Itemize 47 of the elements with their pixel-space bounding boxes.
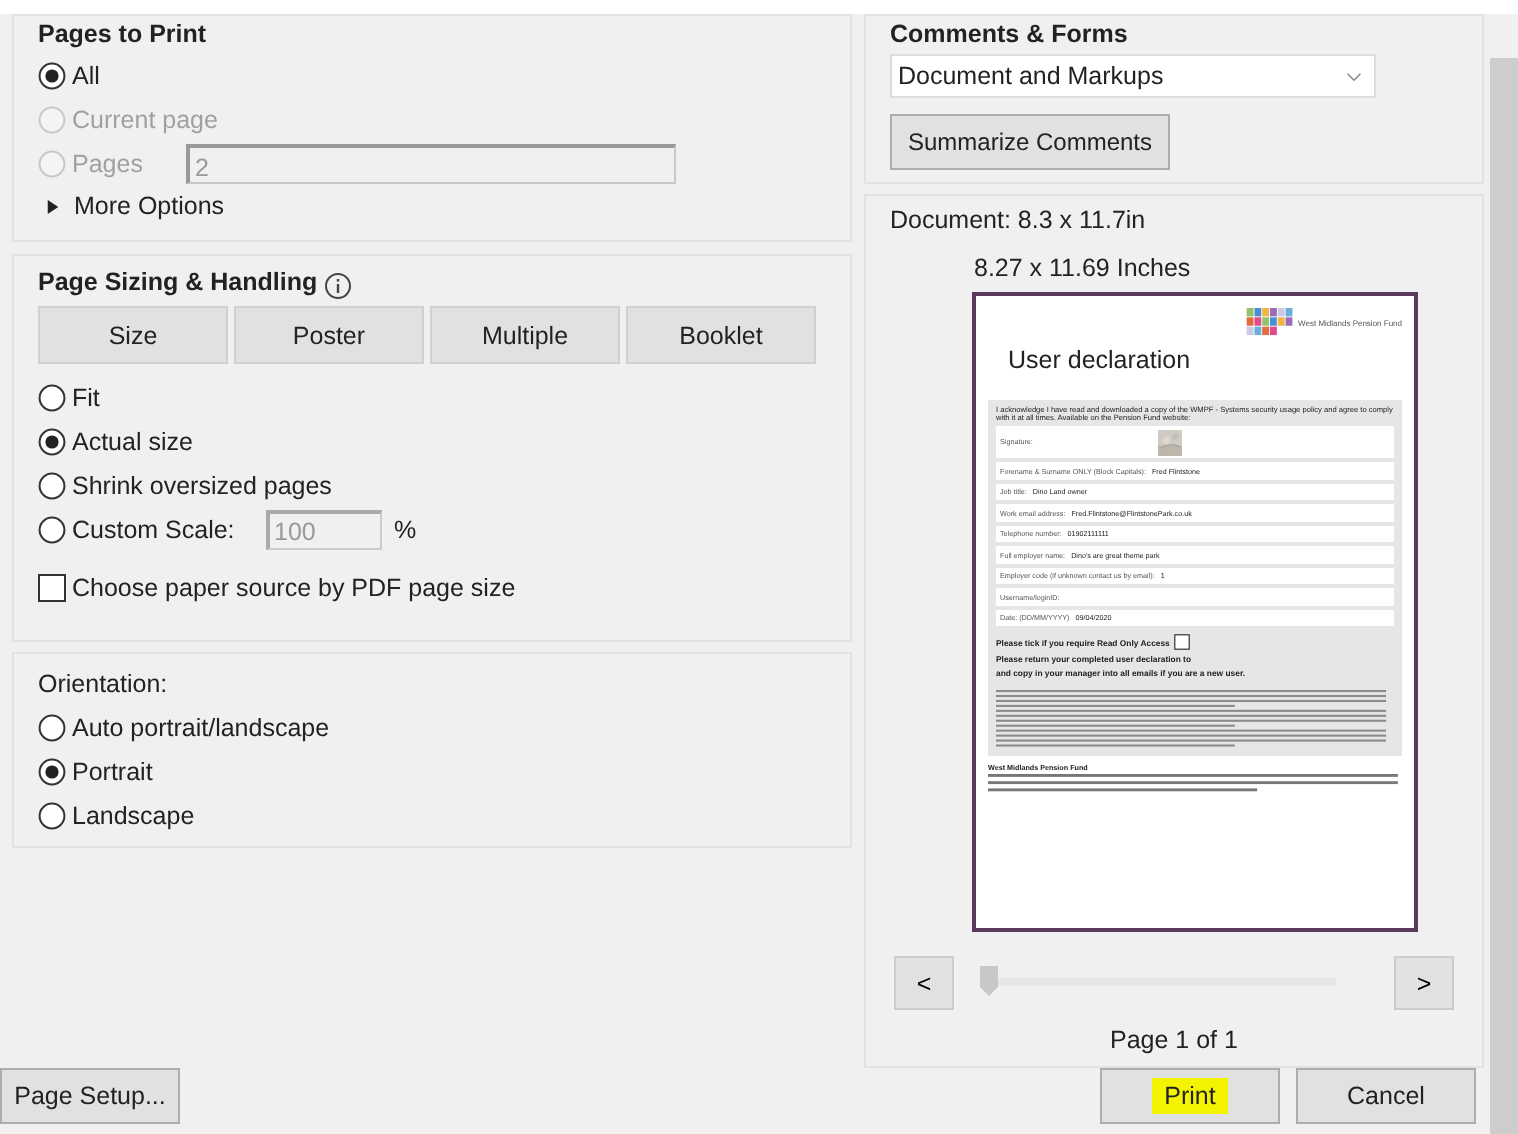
- mode-button[interactable]: Booklet: [626, 306, 816, 364]
- summarize-comments-button[interactable]: Summarize Comments: [890, 114, 1170, 170]
- section-title: Page Sizing & Handling: [38, 268, 318, 296]
- section-title: Pages to Print: [38, 20, 209, 48]
- radio-label: Auto portrait/landscape: [72, 714, 330, 742]
- percent-label: %: [394, 516, 417, 544]
- page-setup-button[interactable]: Page Setup...: [0, 1068, 180, 1124]
- paper-size: 8.27 x 11.69 Inches: [974, 254, 1193, 282]
- document-heading: User declaration: [1008, 346, 1193, 374]
- dialog-button[interactable]: Cancel: [1296, 1068, 1476, 1124]
- info-icon[interactable]: [323, 271, 352, 299]
- scrollbar[interactable]: [1490, 58, 1518, 1134]
- mode-button[interactable]: Size: [38, 306, 228, 364]
- mode-button[interactable]: Poster: [234, 306, 424, 364]
- expand-arrow-icon[interactable]: [46, 199, 60, 213]
- radio-label: Pages: [72, 150, 143, 178]
- comments-dropdown[interactable]: Document and Markups: [890, 54, 1376, 98]
- radio-button[interactable]: [38, 516, 66, 544]
- checkbox[interactable]: [38, 574, 66, 602]
- page-counter: Page 1 of 1: [1108, 1026, 1240, 1054]
- radio-label: All: [72, 62, 100, 90]
- radio-label: Current page: [72, 106, 218, 134]
- chevron-down-icon: [1346, 71, 1362, 81]
- slider-thumb[interactable]: [980, 966, 998, 996]
- radio-button[interactable]: [38, 714, 66, 742]
- checkbox-label: Choose paper source by PDF page size: [72, 574, 516, 602]
- mode-button[interactable]: Multiple: [430, 306, 620, 364]
- radio-button[interactable]: [38, 802, 66, 830]
- radio-label: Landscape: [72, 802, 195, 830]
- section-title: Comments & Forms: [890, 20, 1130, 48]
- document-size: Document: 8.3 x 11.7in: [890, 206, 1148, 234]
- logo-icon: [1246, 308, 1295, 336]
- radio-button[interactable]: [38, 384, 66, 412]
- radio-label: Fit: [72, 384, 100, 412]
- previous-page-button[interactable]: <: [894, 956, 954, 1010]
- next-page-button[interactable]: >: [1394, 956, 1454, 1010]
- radio-button[interactable]: [38, 62, 66, 90]
- radio-label: Shrink oversized pages: [72, 472, 332, 500]
- section-title: Orientation:: [38, 670, 170, 698]
- dialog-button[interactable]: Print: [1100, 1068, 1280, 1124]
- radio-button[interactable]: [38, 758, 66, 786]
- more-options-link[interactable]: More Options: [74, 192, 225, 220]
- radio-label: Actual size: [72, 428, 193, 456]
- radio-label: Portrait: [72, 758, 153, 786]
- radio-label: Custom Scale:: [72, 516, 237, 544]
- radio-button[interactable]: [38, 428, 66, 456]
- radio-button[interactable]: [38, 472, 66, 500]
